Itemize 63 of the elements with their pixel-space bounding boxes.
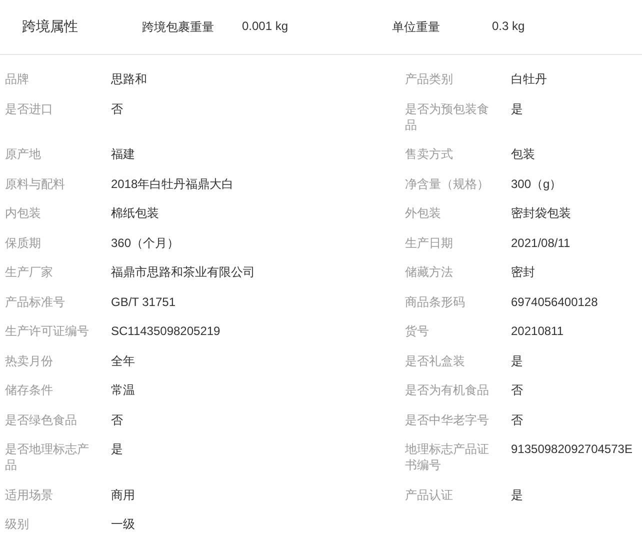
attribute-value: 否 — [111, 412, 123, 426]
attribute-label: 储藏方法 — [405, 264, 453, 280]
attribute-label: 是否绿色食品 — [5, 412, 77, 428]
attribute-label: 适用场景 — [5, 486, 53, 502]
attribute-label: 货号 — [405, 323, 429, 339]
attribute-value: 否 — [511, 383, 523, 397]
attribute-value: 福鼎市思路和茶业有限公司 — [111, 265, 255, 279]
attribute-value: 密封 — [511, 265, 535, 279]
attribute-label: 是否地理标志产品 — [5, 441, 90, 473]
attribute-label: 产品类别 — [405, 71, 453, 87]
attribute-value: 是 — [511, 102, 523, 116]
attribute-label: 地理标志产品证书编号 — [405, 441, 490, 473]
attribute-label: 产品标准号 — [5, 294, 65, 310]
attribute-value: 商用 — [111, 488, 135, 502]
attribute-label: 跨境包裹重量 — [142, 18, 215, 36]
attribute-value: 2018年白牡丹福鼎大白 — [111, 176, 234, 190]
attribute-value: 否 — [511, 412, 523, 426]
attribute-label: 售卖方式 — [405, 146, 453, 162]
attribute-value: 密封袋包装 — [511, 206, 571, 220]
attribute-label: 是否为有机食品 — [405, 382, 489, 398]
attribute-value: 棉纸包装 — [111, 206, 159, 220]
attribute-value: 否 — [111, 102, 123, 116]
attribute-value: 360（个月） — [111, 236, 180, 250]
attribute-label: 是否中华老字号 — [405, 412, 489, 428]
attribute-value: 0.3 kg — [492, 18, 525, 34]
attribute-value: 福建 — [111, 147, 135, 161]
attribute-value: 91350982092704573E — [511, 442, 632, 456]
attribute-label: 生产厂家 — [5, 264, 53, 280]
attribute-value: 是 — [511, 488, 523, 502]
attribute-value: 0.001 kg — [242, 18, 288, 34]
attribute-label: 产品认证 — [405, 486, 453, 502]
attribute-label: 单位重量 — [392, 18, 441, 36]
attribute-value: 思路和 — [111, 72, 147, 86]
attribute-value: SC11435098205219 — [111, 324, 220, 338]
attribute-label: 是否为预包装食品 — [405, 100, 490, 132]
attribute-label: 外包装 — [405, 205, 441, 221]
attribute-value: 是 — [111, 442, 123, 456]
attribute-value: 常温 — [111, 383, 135, 397]
attribute-value: 6974056400128 — [511, 294, 598, 308]
attribute-value: 全年 — [111, 354, 135, 368]
attribute-label: 商品条形码 — [405, 294, 465, 310]
attribute-value: 2021/08/11 — [511, 236, 570, 250]
section-title: 跨境属性 — [22, 18, 79, 36]
attribute-value: 是 — [511, 354, 523, 368]
attribute-value: GB/T 31751 — [111, 294, 176, 308]
attribute-value: 一级 — [111, 517, 135, 531]
attribute-label: 热卖月份 — [5, 352, 53, 368]
attribute-label: 生产许可证编号 — [5, 323, 89, 339]
attribute-value: 20210811 — [511, 324, 564, 338]
attribute-value: 300（g） — [511, 176, 562, 190]
attribute-label: 是否礼盒装 — [405, 352, 465, 368]
attribute-label: 级别 — [5, 516, 29, 532]
attribute-label: 原料与配料 — [5, 176, 65, 192]
attribute-label: 内包装 — [5, 205, 41, 221]
attribute-label: 生产日期 — [405, 234, 453, 250]
attribute-label: 储存条件 — [5, 382, 53, 398]
attribute-label: 净含量（规格） — [405, 176, 489, 192]
attribute-value: 包装 — [511, 147, 535, 161]
attribute-value: 白牡丹 — [511, 72, 547, 86]
attribute-label: 保质期 — [5, 234, 41, 250]
attribute-label: 原产地 — [5, 146, 41, 162]
attribute-label: 品牌 — [5, 71, 29, 87]
attribute-label: 是否进口 — [5, 100, 53, 116]
